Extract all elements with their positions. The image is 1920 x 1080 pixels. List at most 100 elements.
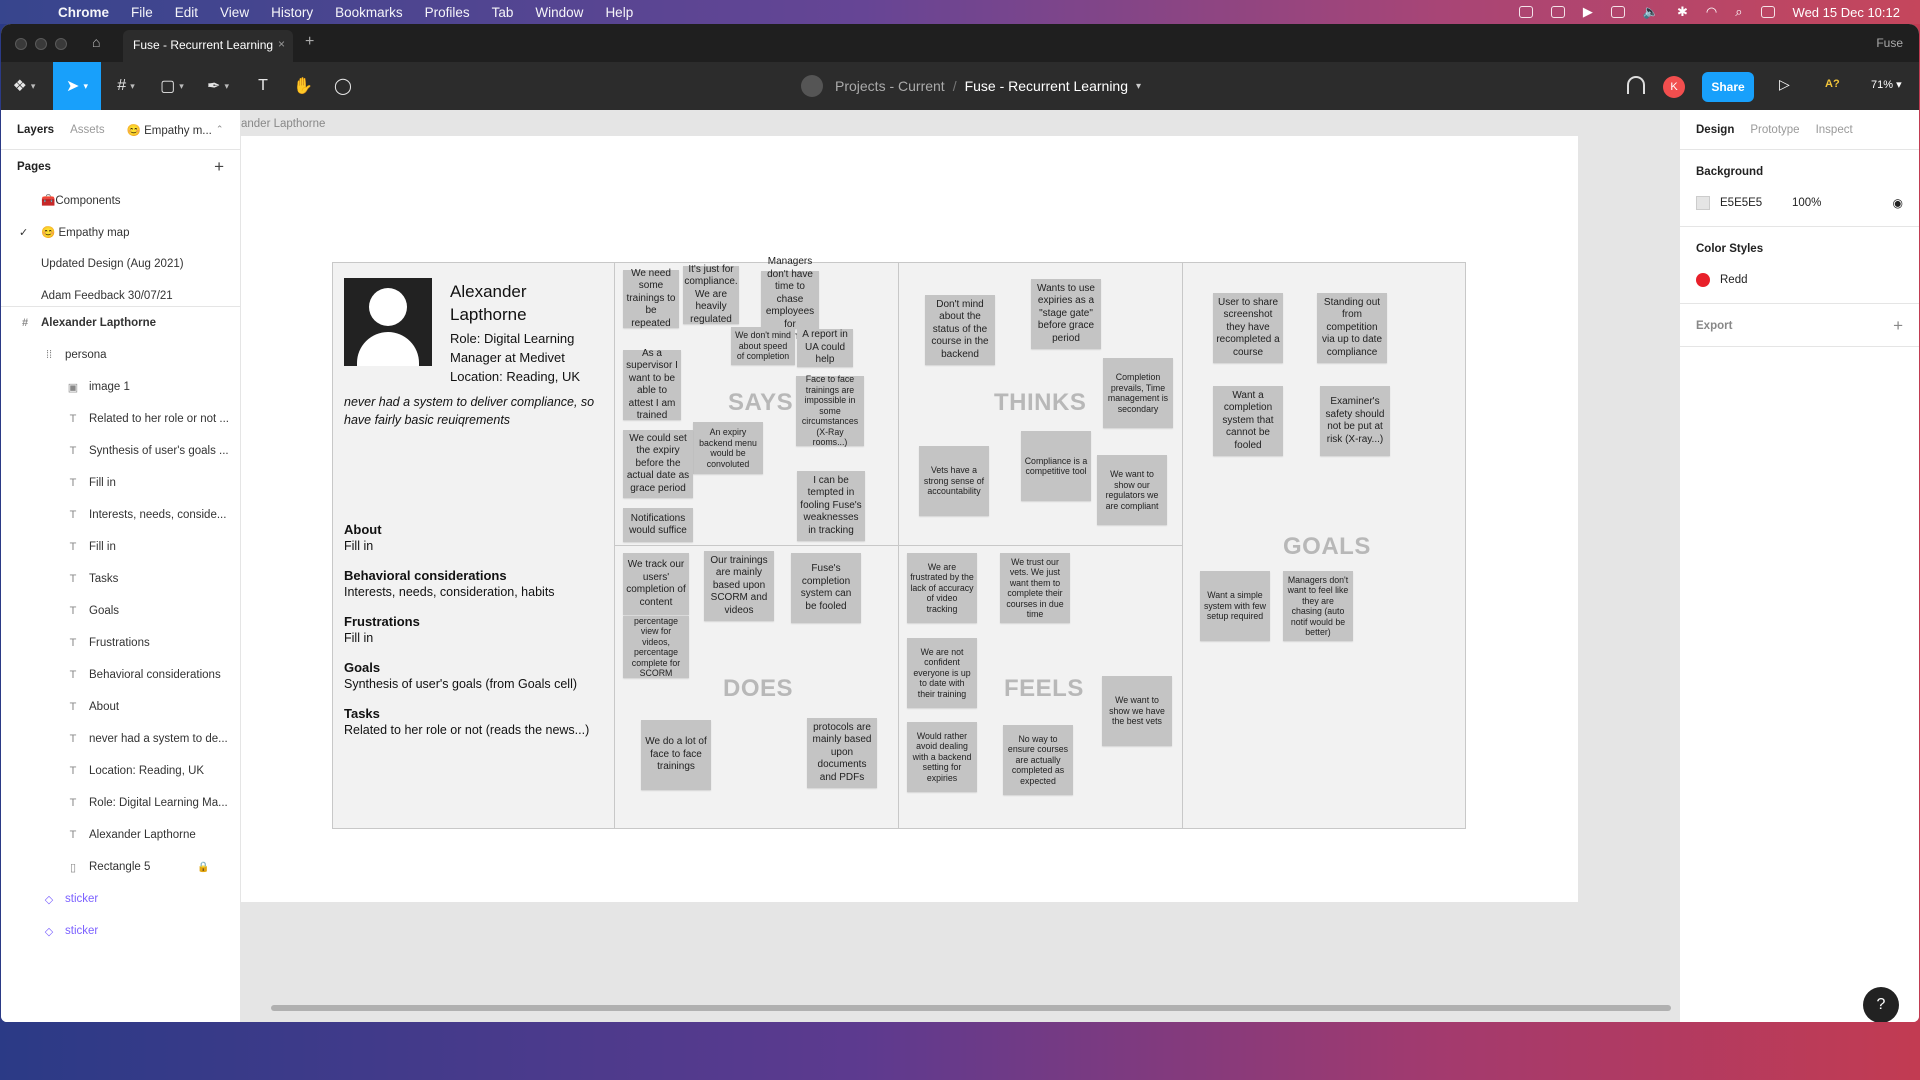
sticky-note-thinks[interactable]: We want to show our regulators we are co… xyxy=(1097,455,1167,525)
menu-history[interactable]: History xyxy=(271,5,313,20)
layer-item[interactable]: T Alexander Lapthorne xyxy=(1,819,240,851)
page-item[interactable]: Adam Feedback 30/07/21 xyxy=(1,280,240,302)
hand-tool-button[interactable]: ✋ xyxy=(285,62,321,110)
add-export-icon[interactable]: + xyxy=(1893,316,1903,336)
persona-behavioral[interactable]: Behavioral considerations Interests, nee… xyxy=(344,567,610,601)
headphones-icon[interactable] xyxy=(1627,76,1645,94)
sticky-note-feels[interactable]: We trust our vets. We just want them to … xyxy=(1000,553,1070,623)
menu-edit[interactable]: Edit xyxy=(175,5,198,20)
layer-item[interactable]: T Location: Reading, UK xyxy=(1,755,240,787)
sticky-note-does[interactable]: Fuse's completion system can be fooled xyxy=(791,553,861,623)
sticky-note-thinks[interactable]: Completion prevails, Time management is … xyxy=(1103,358,1173,428)
layer-item[interactable]: T Fill in xyxy=(1,531,240,563)
sticky-note-says[interactable]: As a supervisor I want to be able to att… xyxy=(623,348,681,421)
layer-item[interactable]: ◇ sticker xyxy=(1,915,240,947)
background-opacity-input[interactable]: 100% xyxy=(1792,197,1821,209)
menu-profiles[interactable]: Profiles xyxy=(425,5,470,20)
sticky-note-says[interactable]: A report in UA could help xyxy=(797,329,853,367)
sticky-note-says[interactable]: Managers don't have time to chase employ… xyxy=(761,256,819,342)
layer-item[interactable]: T Goals xyxy=(1,595,240,627)
page-item[interactable]: 🧰Components xyxy=(1,184,240,216)
browser-tab[interactable]: Fuse - Recurrent Learning × xyxy=(123,30,293,62)
persona-quote[interactable]: never had a system to deliver compliance… xyxy=(344,393,610,429)
comment-tool-button[interactable]: ◯ xyxy=(325,62,361,110)
background-hex-input[interactable]: E5E5E5 xyxy=(1720,197,1792,209)
lock-icon[interactable]: 🔒 xyxy=(197,862,209,873)
persona-role-location[interactable]: Role: Digital Learning Manager at Medive… xyxy=(450,329,610,386)
file-name[interactable]: Fuse - Recurrent Learning xyxy=(965,78,1128,94)
sticky-note-says[interactable]: It's just for compliance. We are heavily… xyxy=(683,264,739,325)
main-menu-button[interactable]: ❖ ▾ xyxy=(1,62,47,110)
pen-tool-button[interactable]: ✒ ▾ xyxy=(197,62,239,110)
frame-label[interactable]: ander Lapthorne xyxy=(241,118,325,130)
persona-goals[interactable]: Goals Synthesis of user's goals (from Go… xyxy=(344,659,610,693)
layer-item[interactable]: T Behavioral considerations xyxy=(1,659,240,691)
menu-bookmarks[interactable]: Bookmarks xyxy=(335,5,403,20)
sticky-note-goals[interactable]: Managers don't want to feel like they ar… xyxy=(1283,571,1353,641)
frame-tool-button[interactable]: # ▾ xyxy=(105,62,147,110)
layer-item[interactable]: ◇ sticker xyxy=(1,883,240,915)
page-item[interactable]: ✓ 😊 Empathy map xyxy=(1,216,240,248)
new-tab-icon[interactable]: + xyxy=(305,33,314,51)
sticky-note-does[interactable]: Our trainings are mainly based upon SCOR… xyxy=(704,551,774,621)
zoom-dropdown[interactable]: 71% ▾ xyxy=(1871,78,1902,91)
tab-inspect[interactable]: Inspect xyxy=(1816,124,1853,136)
layer-item[interactable]: T Synthesis of user's goals ... xyxy=(1,435,240,467)
layer-item[interactable]: Tnever had a system to de... xyxy=(1,723,240,755)
layer-item[interactable]: ▯ Rectangle 5 🔒 xyxy=(1,851,240,883)
window-zoom-button[interactable] xyxy=(55,38,67,50)
horizontal-scrollbar[interactable] xyxy=(271,1005,1671,1011)
window-close-button[interactable] xyxy=(15,38,27,50)
layer-item[interactable]: T Fill in xyxy=(1,467,240,499)
layer-item[interactable]: ▣ image 1 xyxy=(1,371,240,403)
sticky-note-goals[interactable]: Want a simple system with few setup requ… xyxy=(1200,571,1270,641)
help-button[interactable]: ? xyxy=(1863,987,1899,1022)
menu-window[interactable]: Window xyxy=(535,5,583,20)
layer-item[interactable]: T Frustrations xyxy=(1,627,240,659)
wifi-icon[interactable]: ◠ xyxy=(1706,4,1717,20)
visibility-eye-icon[interactable]: ◉ xyxy=(1893,196,1903,210)
window-minimize-button[interactable] xyxy=(35,38,47,50)
menu-tab[interactable]: Tab xyxy=(492,5,514,20)
menu-file[interactable]: File xyxy=(131,5,153,20)
sticky-note-feels[interactable]: We want to show we have the best vets xyxy=(1102,676,1172,746)
sticky-note-feels[interactable]: No way to ensure courses are actually co… xyxy=(1003,725,1073,795)
control-center-icon[interactable] xyxy=(1760,6,1775,18)
sticky-note-does[interactable]: We track our users' completion of conten… xyxy=(623,553,689,615)
menu-help[interactable]: Help xyxy=(605,5,633,20)
sticky-note-says[interactable]: We don't mind about speed of completion xyxy=(731,327,795,365)
persona-photo[interactable] xyxy=(344,278,432,366)
layer-item[interactable]: T Role: Digital Learning Ma... xyxy=(1,787,240,819)
team-avatar[interactable] xyxy=(801,75,823,97)
menu-chrome[interactable]: Chrome xyxy=(58,5,109,20)
layer-item[interactable]: T Tasks xyxy=(1,563,240,595)
sticky-note-says[interactable]: I can be tempted in fooling Fuse's weakn… xyxy=(797,471,865,541)
clock[interactable]: Wed 15 Dec 10:12 xyxy=(1793,5,1900,20)
sticky-note-says[interactable]: An expiry backend menu would be convolut… xyxy=(693,422,763,474)
color-style-item[interactable]: Redd xyxy=(1696,269,1903,291)
move-tool-button[interactable]: ➤ ▾ xyxy=(53,62,101,110)
play-status-icon[interactable]: ▶ xyxy=(1583,4,1593,20)
breadcrumb-project[interactable]: Projects - Current xyxy=(835,78,945,94)
chevron-down-icon[interactable]: ▾ xyxy=(1136,81,1141,92)
current-page-selector[interactable]: 😊 Empathy m... xyxy=(127,123,212,137)
status-app-icon[interactable] xyxy=(1518,6,1533,18)
sticky-note-goals[interactable]: Examiner's safety should not be put at r… xyxy=(1320,386,1390,456)
artboard-frame[interactable]: Alexander Lapthorne Role: Digital Learni… xyxy=(241,136,1578,902)
sticky-note-thinks[interactable]: Compliance is a competitive tool xyxy=(1021,431,1091,501)
sticky-note-thinks[interactable]: Don't mind about the status of the cours… xyxy=(925,295,995,365)
layer-item[interactable]: T About xyxy=(1,691,240,723)
layer-item[interactable]: T Related to her role or not ... xyxy=(1,403,240,435)
sticky-note-feels[interactable]: We are not confident everyone is up to d… xyxy=(907,638,977,708)
sticky-note-says[interactable]: We need some trainings to be repeated xyxy=(623,268,679,329)
layer-item[interactable]: T Interests, needs, conside... xyxy=(1,499,240,531)
sticky-note-says[interactable]: We could set the expiry before the actua… xyxy=(623,430,693,498)
shape-tool-button[interactable]: ▢ ▾ xyxy=(151,62,193,110)
status-app-icon[interactable] xyxy=(1550,6,1565,18)
tab-assets[interactable]: Assets xyxy=(70,124,105,136)
sticky-note-goals[interactable]: Want a completion system that cannot be … xyxy=(1213,386,1283,456)
background-color-swatch[interactable] xyxy=(1696,196,1710,210)
sticky-note-says[interactable]: Face to face trainings are impossible in… xyxy=(796,374,864,447)
persona-tasks[interactable]: Tasks Related to her role or not (reads … xyxy=(344,705,610,739)
accessibility-check-button[interactable]: A? xyxy=(1825,78,1840,90)
